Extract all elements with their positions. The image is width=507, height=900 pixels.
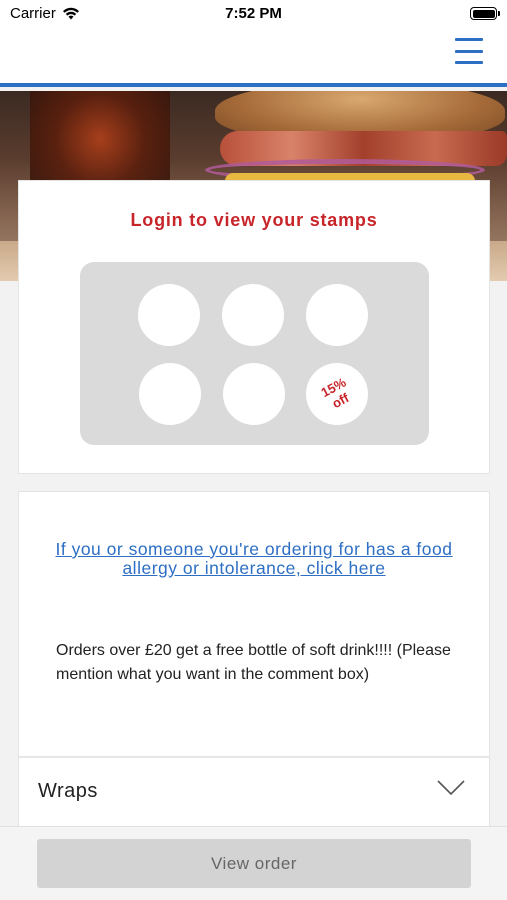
- stamp-slot: [138, 284, 200, 346]
- battery-icon: [470, 7, 500, 20]
- stamp-reward-slot: 15% off: [306, 363, 368, 425]
- promo-message: Orders over £20 get a free bottle of sof…: [56, 642, 451, 683]
- footer-bar: View order: [0, 826, 507, 900]
- status-bar: Carrier 7:52 PM: [0, 0, 507, 28]
- stamp-slot: [139, 363, 201, 425]
- stamp-slot: [222, 284, 284, 346]
- chevron-down-icon: [437, 780, 465, 796]
- status-time: 7:52 PM: [225, 5, 282, 22]
- stamp-login-prompt[interactable]: Login to view your stamps: [19, 210, 489, 231]
- hamburger-menu-icon[interactable]: [455, 38, 483, 64]
- info-card: If you or someone you're ordering for ha…: [18, 491, 490, 757]
- reward-label: 15% off: [312, 371, 361, 416]
- stamp-card: Login to view your stamps 15% off: [18, 180, 490, 474]
- category-label: Wraps: [38, 780, 98, 802]
- view-order-button[interactable]: View order: [37, 839, 471, 888]
- category-wraps[interactable]: Wraps: [18, 757, 490, 827]
- allergy-info-link[interactable]: If you or someone you're ordering for ha…: [39, 540, 469, 578]
- stamp-slot: [223, 363, 285, 425]
- app-header: [0, 28, 507, 87]
- stamp-grid: 15% off: [80, 262, 429, 445]
- stamp-slot: [306, 284, 368, 346]
